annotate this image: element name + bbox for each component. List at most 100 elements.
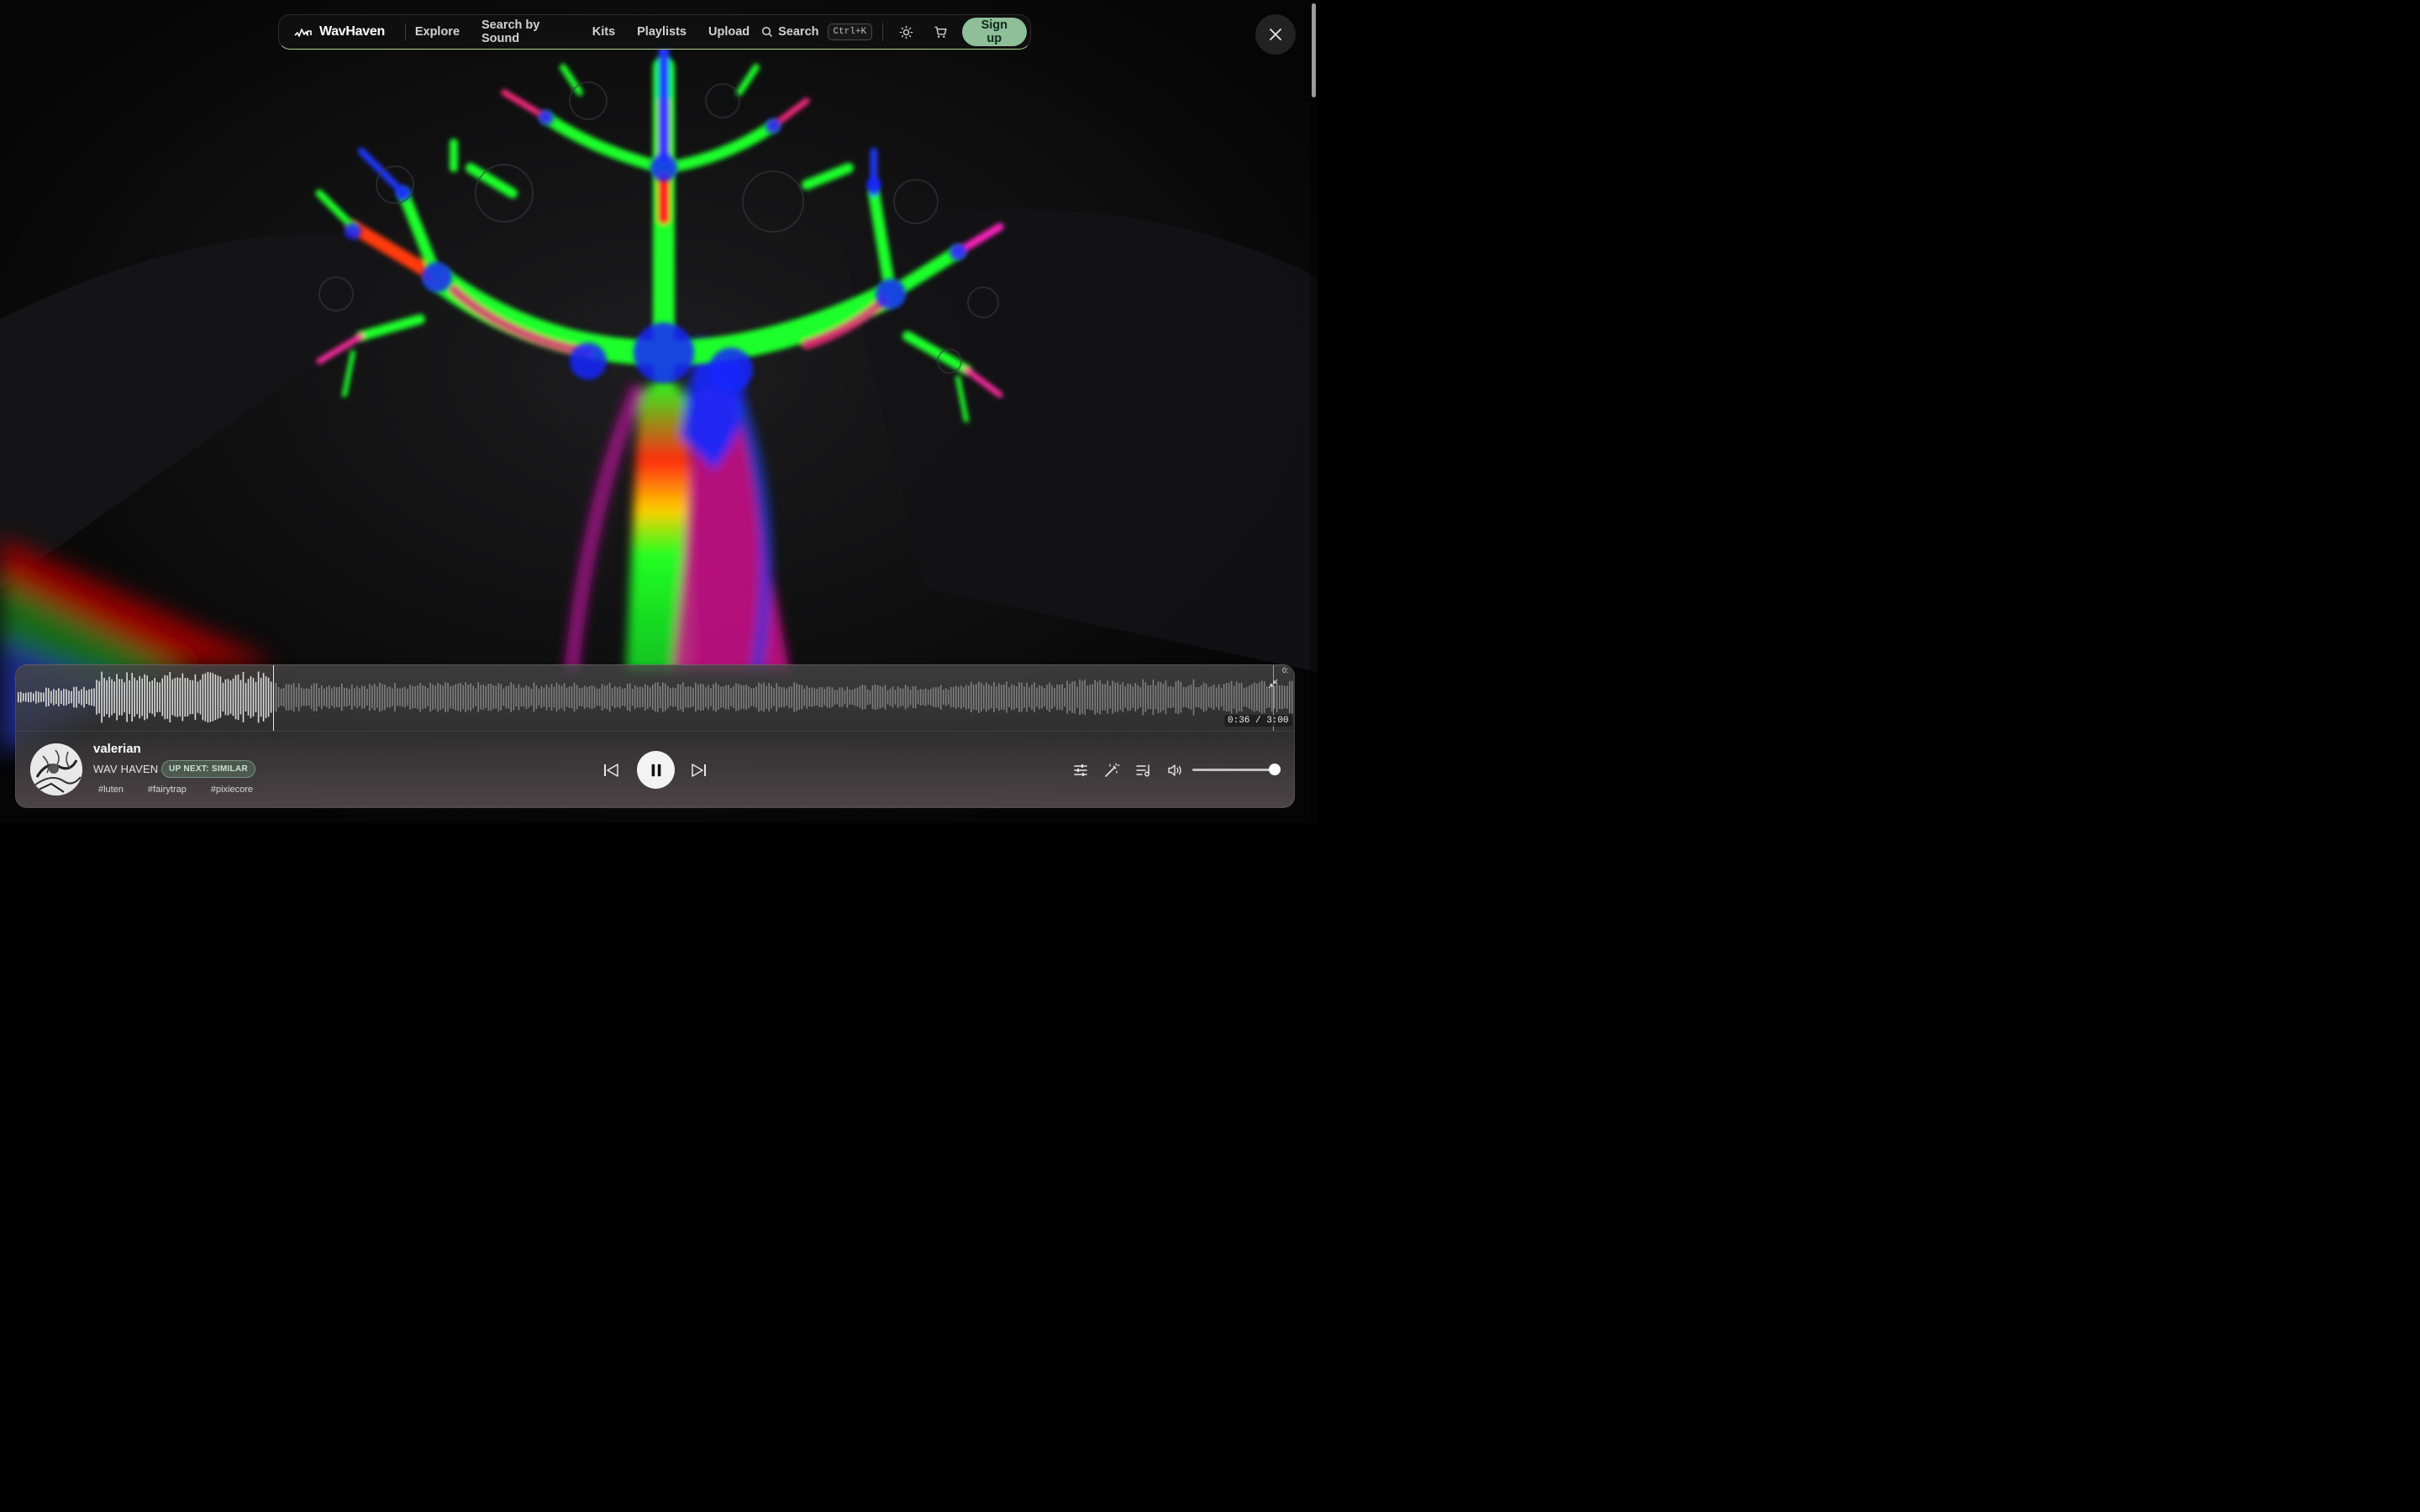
waveform-bar <box>723 686 724 708</box>
nav-link-kits[interactable]: Kits <box>592 25 615 39</box>
tag-luten[interactable]: #luten <box>93 785 129 795</box>
track-title[interactable]: valerian <box>93 742 141 756</box>
waveform-bar <box>182 673 184 722</box>
waveform-bar <box>184 678 187 717</box>
volume-slider[interactable] <box>1192 769 1273 771</box>
waveform-bar <box>1076 686 1078 708</box>
waveform-bar <box>621 688 623 706</box>
waveform-bar <box>892 686 894 708</box>
playhead-marker <box>272 665 275 731</box>
waveform-bar <box>944 688 947 706</box>
waveform-bar <box>1089 685 1091 710</box>
waveform-bar <box>1008 687 1010 707</box>
waveform-bar <box>33 693 34 701</box>
waveform-bar <box>1104 684 1106 711</box>
waveform-bar <box>412 685 413 709</box>
waveform-bar <box>1185 686 1187 707</box>
waveform-bar <box>465 682 466 712</box>
waveform-bar <box>1207 687 1210 707</box>
equalizer-icon[interactable] <box>1072 762 1089 779</box>
search-button[interactable]: Search <box>761 25 819 39</box>
waveform-bar <box>1292 680 1293 714</box>
waveform-bar <box>164 675 166 720</box>
waveform-bar <box>1039 685 1040 710</box>
magic-wand-icon[interactable] <box>1103 762 1120 779</box>
waveform-bar <box>851 690 854 705</box>
waveform-bar <box>227 679 229 716</box>
waveform-bar <box>968 685 970 709</box>
waveform-bar <box>134 677 135 717</box>
volume-icon[interactable] <box>1166 762 1183 779</box>
volume-slider-knob[interactable] <box>1269 764 1281 775</box>
tag-pixiecore[interactable]: #pixiecore <box>206 785 258 795</box>
track-cover-art[interactable] <box>30 743 82 795</box>
waveform-bar <box>18 691 19 703</box>
waveform-bar <box>894 690 897 705</box>
waveform-bar <box>708 685 709 710</box>
waveform-bar <box>381 684 383 711</box>
waveform-bar <box>535 685 538 709</box>
tag-fairytrap[interactable]: #fairytrap <box>143 785 192 795</box>
waveform-bar <box>886 690 889 705</box>
waveform-bar <box>485 685 487 708</box>
waveform-bar <box>260 677 262 717</box>
waveform-bar <box>750 688 752 706</box>
track-artist[interactable]: WAV HAVEN <box>93 763 158 775</box>
waveform-bar <box>1112 680 1113 714</box>
waveform-bar <box>675 688 676 706</box>
up-next-badge[interactable]: UP NEXT: SIMILAR <box>161 760 256 778</box>
nav-link-upload[interactable]: Upload <box>708 25 750 39</box>
waveform-bar <box>879 685 881 709</box>
waveform-bar <box>482 684 485 711</box>
waveform-bar <box>978 681 980 713</box>
waveform-bar <box>705 686 707 708</box>
next-icon[interactable] <box>690 761 708 780</box>
waveform-bar <box>765 685 767 709</box>
waveform-bar <box>598 688 601 706</box>
waveform-seek-bar[interactable]: 0: 0:36 / 3:00 <box>16 665 1294 731</box>
waveform-bar <box>308 688 310 706</box>
waveform-bar <box>1018 682 1020 712</box>
waveform-bar <box>1281 685 1283 710</box>
waveform-bar <box>394 683 396 712</box>
nav-link-playlists[interactable]: Playlists <box>637 25 687 39</box>
page-scrollbar-track[interactable] <box>1310 0 1318 823</box>
waveform-bar <box>407 688 408 706</box>
waveform-bar <box>1245 687 1248 708</box>
waveform-bar <box>402 687 403 707</box>
nav-link-explore[interactable]: Explore <box>415 25 460 39</box>
waveform-bar <box>1086 685 1088 710</box>
sign-up-button[interactable]: Sign up <box>961 18 1028 46</box>
waveform-bar <box>455 684 456 711</box>
waveform-bar <box>798 685 800 710</box>
theme-toggle-button[interactable] <box>895 19 918 45</box>
waveform-bar <box>252 678 255 717</box>
waveform-bar <box>1170 685 1172 709</box>
waveform-bar <box>932 687 934 707</box>
pause-button[interactable] <box>637 751 675 789</box>
waveform-bar <box>685 686 687 708</box>
volume-slider-fill <box>1192 769 1273 771</box>
waveform-bar <box>576 685 578 710</box>
app-root: WavHaven Explore Search by Sound Kits Pl… <box>0 0 1318 823</box>
waveform-bar <box>414 686 416 708</box>
queue-icon[interactable] <box>1135 762 1152 779</box>
waveform-bar <box>1172 687 1175 707</box>
waveform-bar <box>963 687 965 707</box>
waveform-bar <box>571 685 573 709</box>
waveform-bar <box>267 677 270 717</box>
nav-link-search-by-sound[interactable]: Search by Sound <box>481 18 571 45</box>
pause-icon <box>651 764 660 776</box>
nav-divider-2 <box>882 23 883 41</box>
page-scrollbar-thumb[interactable] <box>1312 3 1316 97</box>
cart-button[interactable] <box>929 19 952 45</box>
waveform-bar <box>1284 685 1286 709</box>
waveform-bar <box>983 685 985 709</box>
waveform-bar <box>255 681 257 712</box>
waveform-end-label: 0: <box>1282 666 1289 675</box>
waveform-bar <box>912 686 914 708</box>
close-button[interactable] <box>1255 14 1296 55</box>
previous-icon[interactable] <box>602 761 620 780</box>
collapse-icon[interactable] <box>1268 679 1278 689</box>
brand-logo[interactable]: WavHaven <box>294 24 385 39</box>
